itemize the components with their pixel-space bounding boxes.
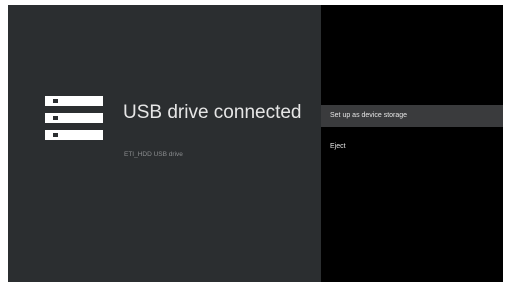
action-menu: Set up as device storage Eject xyxy=(321,5,503,282)
drive-slot-icon xyxy=(45,113,103,123)
tv-screen: USB drive connected ETI_HDD USB drive Se… xyxy=(8,5,503,282)
setup-device-storage-button[interactable]: Set up as device storage xyxy=(321,105,503,127)
eject-button[interactable]: Eject xyxy=(321,136,503,158)
device-name: ETI_HDD USB drive xyxy=(124,151,183,158)
page-title: USB drive connected xyxy=(123,102,302,123)
drive-slot-icon xyxy=(45,96,103,106)
storage-drive-icon xyxy=(45,96,103,140)
drive-slot-icon xyxy=(45,130,103,140)
info-panel: USB drive connected ETI_HDD USB drive xyxy=(8,5,321,282)
